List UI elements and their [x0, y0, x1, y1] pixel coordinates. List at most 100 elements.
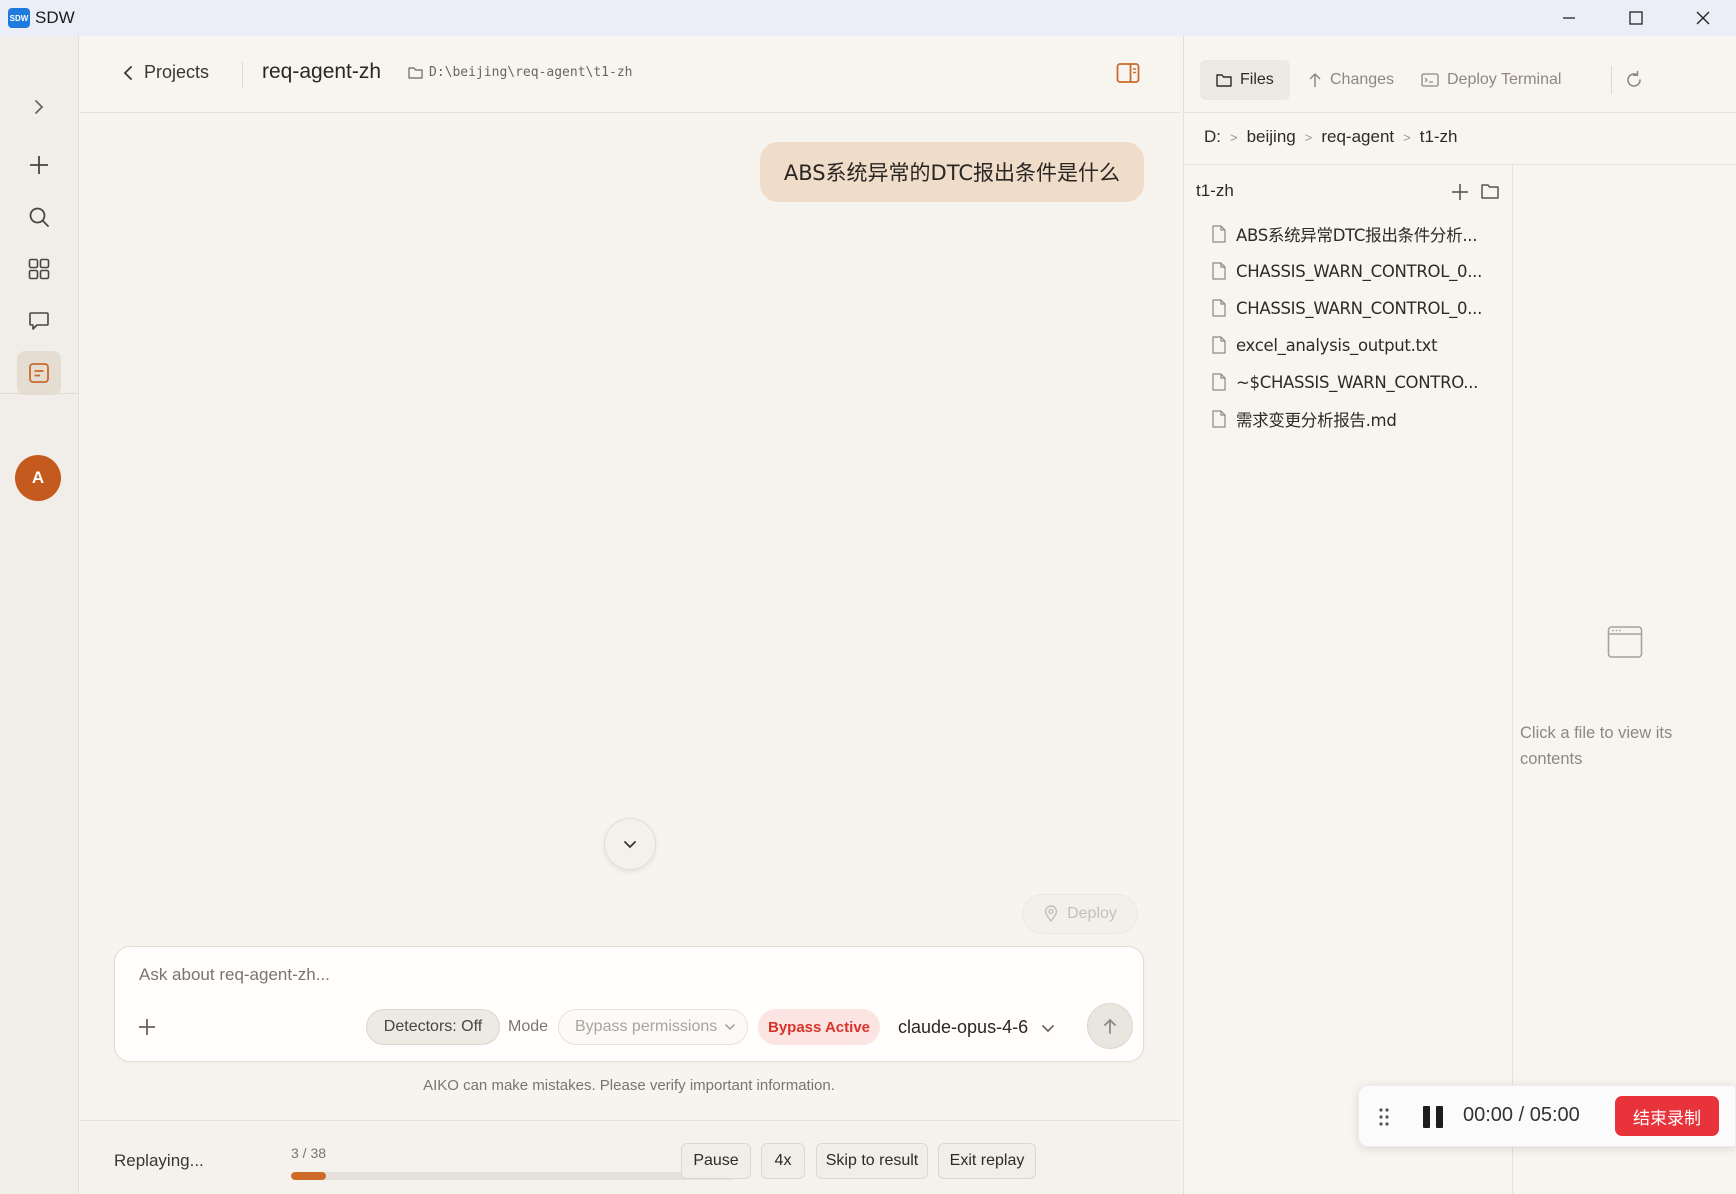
close-button[interactable]: [1670, 0, 1736, 36]
breadcrumb-item[interactable]: req-agent: [1321, 127, 1394, 147]
add-attachment-button[interactable]: [137, 1017, 157, 1037]
refresh-icon: [1627, 70, 1641, 87]
folder-icon: [1216, 74, 1232, 87]
project-path-text: D:\beijing\req-agent\t1-zh: [429, 65, 633, 80]
breadcrumb-separator: >: [1403, 129, 1411, 145]
maximize-button[interactable]: [1603, 0, 1669, 36]
file-icon: [1212, 373, 1226, 391]
breadcrumb: D: > beijing > req-agent > t1-zh: [1204, 127, 1458, 147]
scroll-to-bottom-button[interactable]: [604, 818, 656, 870]
app-logo: SDW: [8, 8, 30, 28]
chevron-left-icon: [123, 65, 132, 80]
window-icon: [1607, 625, 1643, 659]
avatar[interactable]: A: [15, 455, 61, 501]
right-panel-tabs: Files Changes Deploy Terminal: [1184, 36, 1736, 113]
file-name: ~$CHASSIS_WARN_CONTRO...: [1236, 372, 1479, 392]
detectors-toggle[interactable]: Detectors: Off: [366, 1009, 500, 1045]
replay-counter: 3 / 38: [291, 1145, 327, 1161]
pause-recording-button[interactable]: [1421, 1105, 1445, 1129]
model-select[interactable]: claude-opus-4-6: [898, 1017, 1056, 1038]
file-item[interactable]: ABS系统异常DTC报出条件分析...: [1212, 219, 1477, 249]
search-icon: [29, 207, 49, 227]
file-preview-empty: Click a file to view its contents: [1514, 165, 1736, 1194]
tab-changes-label: Changes: [1330, 71, 1395, 88]
notes-button[interactable]: [17, 351, 61, 395]
page-title: req-agent-zh: [262, 60, 382, 83]
file-icon: [1212, 336, 1226, 354]
arrow-up-icon: [1104, 1018, 1116, 1034]
file-icon: [1212, 225, 1226, 243]
tab-files-label: Files: [1240, 71, 1274, 88]
toggle-right-panel-button[interactable]: [1116, 62, 1140, 84]
replay-speed-button[interactable]: 4x: [761, 1143, 805, 1179]
replay-progress-fill: [291, 1172, 327, 1180]
right-panel: Files Changes Deploy Terminal D: > beiji…: [1183, 36, 1736, 1194]
bypass-active-badge: Bypass Active: [758, 1009, 880, 1045]
left-rail: A: [0, 36, 79, 1194]
new-chat-button[interactable]: [17, 143, 61, 187]
apps-button[interactable]: [17, 247, 61, 291]
close-icon: [1696, 11, 1710, 25]
arrow-up-icon: [1309, 72, 1321, 87]
new-folder-button[interactable]: [1481, 183, 1499, 199]
message-composer: Detectors: Off Mode Bypass permissions B…: [114, 946, 1144, 1062]
mode-value: Bypass permissions: [575, 1018, 718, 1035]
breadcrumb-item[interactable]: D:: [1204, 127, 1221, 147]
tab-deploy-terminal-label: Deploy Terminal: [1447, 71, 1562, 88]
new-file-button[interactable]: [1451, 183, 1469, 201]
file-icon: [1212, 262, 1226, 280]
drag-handle-icon[interactable]: [1379, 1108, 1389, 1126]
title-bar: SDW SDW: [0, 0, 1736, 36]
folder-icon: [1481, 184, 1499, 199]
plus-icon: [1452, 184, 1468, 200]
file-item[interactable]: CHASSIS_WARN_CONTROL_0...: [1212, 293, 1482, 323]
recording-widget: 00:00 / 05:00 结束录制: [1358, 1085, 1736, 1147]
recording-timer: 00:00 / 05:00: [1463, 1104, 1580, 1126]
minimize-icon: [1563, 17, 1575, 19]
chevron-down-icon: [725, 1024, 735, 1031]
replay-progress[interactable]: [291, 1172, 735, 1180]
message-input[interactable]: [139, 965, 1039, 985]
breadcrumb-item[interactable]: beijing: [1247, 127, 1296, 147]
empty-preview-text: Click a file to view its contents: [1520, 724, 1673, 768]
minimize-button[interactable]: [1536, 0, 1602, 36]
file-item[interactable]: CHASSIS_WARN_CONTROL_0...: [1212, 256, 1482, 286]
search-button[interactable]: [17, 195, 61, 239]
tabs-divider: [1611, 66, 1612, 94]
send-button[interactable]: [1087, 1003, 1133, 1049]
exit-replay-button[interactable]: Exit replay: [938, 1143, 1036, 1179]
plus-icon: [139, 1019, 155, 1035]
refresh-button[interactable]: [1624, 70, 1644, 90]
tree-root-label: t1-zh: [1196, 181, 1234, 200]
skip-to-result-button[interactable]: Skip to result: [816, 1143, 928, 1179]
replay-bar: Replaying... 3 / 38 Pause 4x Skip to res…: [80, 1120, 1180, 1194]
file-item[interactable]: excel_analysis_output.txt: [1212, 330, 1438, 360]
file-name: 需求变更分析报告.md: [1236, 411, 1397, 430]
mode-label: Mode: [508, 1018, 549, 1035]
deploy-label: Deploy: [1067, 905, 1117, 922]
breadcrumb-separator: >: [1304, 129, 1313, 145]
file-item[interactable]: ~$CHASSIS_WARN_CONTRO...: [1212, 367, 1478, 397]
mode-select[interactable]: Bypass permissions: [558, 1009, 748, 1045]
back-to-projects-link[interactable]: Projects: [122, 62, 209, 83]
file-item[interactable]: 需求变更分析报告.md: [1212, 404, 1397, 434]
maximize-icon: [1629, 11, 1643, 25]
messages-button[interactable]: [17, 299, 61, 343]
deploy-button[interactable]: Deploy: [1022, 894, 1138, 934]
stop-recording-button[interactable]: 结束录制: [1615, 1096, 1719, 1136]
expand-sidebar-button[interactable]: [17, 85, 61, 129]
replay-status: Replaying...: [114, 1151, 204, 1170]
tab-changes[interactable]: Changes: [1292, 60, 1410, 100]
document-icon: [29, 363, 49, 383]
pause-replay-button[interactable]: Pause: [681, 1143, 751, 1179]
tab-deploy-terminal[interactable]: Deploy Terminal: [1405, 60, 1577, 100]
file-name: CHASSIS_WARN_CONTROL_0...: [1236, 261, 1483, 281]
file-name: CHASSIS_WARN_CONTROL_0...: [1236, 298, 1483, 318]
main-header: Projects req-agent-zh D:\beijing\req-age…: [80, 36, 1180, 113]
grid-icon: [28, 258, 50, 280]
tab-files[interactable]: Files: [1200, 60, 1290, 100]
app-title: SDW: [35, 8, 75, 27]
project-path: D:\beijing\req-agent\t1-zh: [408, 65, 633, 80]
file-icon: [1212, 299, 1226, 317]
breadcrumb-item[interactable]: t1-zh: [1420, 127, 1458, 147]
